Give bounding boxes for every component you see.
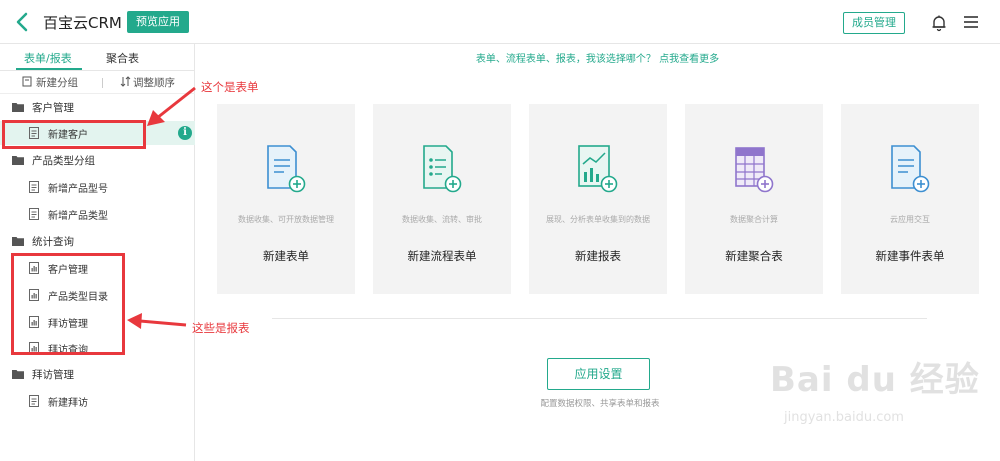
watermark-main-text: Bai du 经验 (770, 360, 980, 400)
form-doc-icon (29, 181, 39, 193)
sidebar-group-product-type[interactable]: 产品类型分组 (0, 149, 195, 173)
member-management-button[interactable]: 成员管理 (843, 12, 905, 34)
annotation-box-reports (11, 253, 125, 355)
card-new-form[interactable]: 数据收集、可开放数据管理 新建表单 (217, 104, 355, 294)
form-doc-icon (29, 208, 39, 220)
card-desc: 展现、分析表单收集到的数据 (546, 215, 650, 224)
event-form-icon (891, 145, 930, 193)
card-title: 新建事件表单 (875, 249, 945, 263)
baidu-jingyan-watermark: Bai du 经验 jingyan.baidu.com (770, 352, 995, 442)
app-title: 百宝云CRM (43, 14, 122, 32)
card-title: 新建聚合表 (725, 249, 783, 263)
card-desc: 数据收集、流转、审批 (402, 215, 482, 224)
card-desc: 数据聚合计算 (730, 215, 778, 224)
preview-app-button[interactable]: 预览应用 (127, 11, 189, 33)
tab-forms-reports[interactable]: 表单/报表 (24, 50, 72, 66)
group-label: 统计查询 (32, 236, 74, 248)
annotation-arrow-form-icon (147, 86, 196, 126)
card-desc: 云应用交互 (890, 215, 930, 224)
folder-icon (12, 103, 24, 112)
group-label: 拜访管理 (32, 369, 74, 381)
sidebar-item-new-product-type[interactable]: 新增产品类型 (0, 202, 195, 226)
item-label: 新建拜访 (48, 398, 88, 409)
info-icon[interactable]: i (178, 126, 192, 140)
card-new-report[interactable]: 展现、分析表单收集到的数据 新建报表 (529, 104, 667, 294)
bell-icon[interactable] (930, 14, 948, 32)
card-new-aggregate-table[interactable]: 数据聚合计算 新建聚合表 (685, 104, 823, 294)
sidebar-item-new-product-model[interactable]: 新增产品型号 (0, 175, 195, 199)
folder-icon (12, 370, 24, 379)
back-arrow-icon[interactable] (12, 10, 34, 34)
sidebar-group-visit-management[interactable]: 拜访管理 (0, 363, 195, 387)
help-hint-link[interactable]: 表单、流程表单、报表，我该选择哪个？ 点我查看更多 (195, 50, 1000, 65)
group-label: 客户管理 (32, 102, 74, 114)
card-new-flow-form[interactable]: 数据收集、流转、审批 新建流程表单 (373, 104, 511, 294)
sidebar-tabs: 表单/报表 聚合表 (0, 44, 195, 70)
group-label: 产品类型分组 (32, 155, 95, 167)
card-title: 新建报表 (575, 249, 621, 263)
form-doc-icon (29, 395, 39, 407)
actions-separator (102, 78, 103, 88)
aggregate-table-icon (735, 147, 774, 193)
annotation-arrow-reports-icon (127, 313, 187, 329)
watermark-url-text: jingyan.baidu.com (784, 410, 904, 425)
sort-icon (120, 76, 131, 87)
card-title: 新建流程表单 (407, 249, 477, 263)
app-settings-button[interactable]: 应用设置 (547, 358, 650, 390)
annotation-box-form (2, 120, 146, 149)
menu-icon[interactable] (963, 15, 979, 29)
card-new-event-form[interactable]: 云应用交互 新建事件表单 (841, 104, 979, 294)
header: 百宝云CRM 预览应用 成员管理 (0, 0, 1000, 44)
folder-icon (12, 156, 24, 165)
tab-aggregate-table[interactable]: 聚合表 (106, 50, 139, 66)
annotation-text-form: 这个是表单 (201, 80, 259, 94)
sidebar-item-new-visit[interactable]: 新建拜访 (0, 389, 195, 413)
new-group-button[interactable]: 新建分组 (36, 75, 78, 90)
new-group-icon (22, 76, 32, 87)
item-label: 新增产品型号 (48, 184, 108, 195)
annotation-text-reports: 这些是报表 (192, 321, 250, 335)
flow-form-icon (423, 145, 462, 193)
folder-icon (12, 237, 24, 246)
item-label: 新增产品类型 (48, 211, 108, 222)
card-title: 新建表单 (263, 249, 309, 263)
card-desc: 数据收集、可开放数据管理 (238, 215, 334, 224)
app-settings-description: 配置数据权限、共享表单和报表 (540, 399, 660, 409)
report-icon (578, 145, 618, 193)
sidebar-group-statistics[interactable]: 统计查询 (0, 230, 195, 254)
form-icon (267, 145, 306, 193)
content-divider (272, 318, 927, 319)
